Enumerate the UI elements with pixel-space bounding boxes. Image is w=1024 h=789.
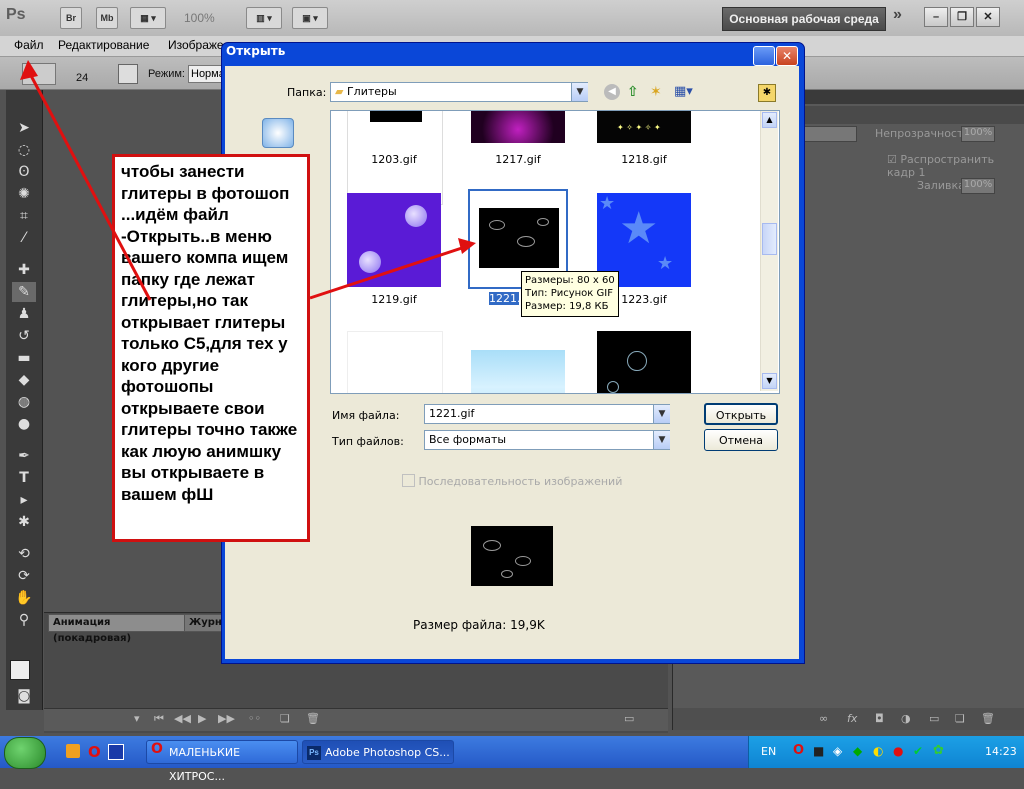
tray-app-icon[interactable]: ■ [813,744,824,758]
tray-volume-icon[interactable]: ◐ [873,744,883,758]
arrow-head-thumbnail [458,238,476,254]
system-tray: EN O ■ ◈ ◆ ◐ ● ✔ ✿ 14:23 [748,736,1024,768]
tray-security-icon[interactable]: ◆ [853,744,862,758]
opera-icon: O [151,741,163,757]
task-photoshop-label: Adobe Photoshop CS... [325,746,450,759]
tray-icq-icon[interactable]: ✿ [933,743,944,758]
annotation-arrows [20,60,476,301]
quicklaunch-app-icon[interactable] [108,744,124,760]
task-photoshop[interactable]: Ps Adobe Photoshop CS... [302,740,454,764]
language-indicator[interactable]: EN [761,745,776,758]
arrow-to-file-menu [26,69,152,301]
tray-update-icon[interactable]: ✔ [913,744,923,758]
arrow-head-file-menu [20,60,38,80]
quicklaunch-opera-icon[interactable]: O [88,743,101,761]
photoshop-icon: Ps [307,746,321,760]
task-browser[interactable]: O МАЛЕНЬКИЕ ХИТРОС... [146,740,298,783]
task-browser-label: МАЛЕНЬКИЕ ХИТРОС... [169,746,241,783]
clock: 14:23 [985,745,1017,758]
tray-opera-icon[interactable]: O [793,743,804,758]
start-button[interactable] [4,737,46,769]
tray-alert-icon[interactable]: ● [893,744,903,758]
arrow-to-thumbnail [309,244,469,300]
quicklaunch-firefox-icon[interactable] [66,744,80,758]
tray-network-icon[interactable]: ◈ [833,744,842,758]
